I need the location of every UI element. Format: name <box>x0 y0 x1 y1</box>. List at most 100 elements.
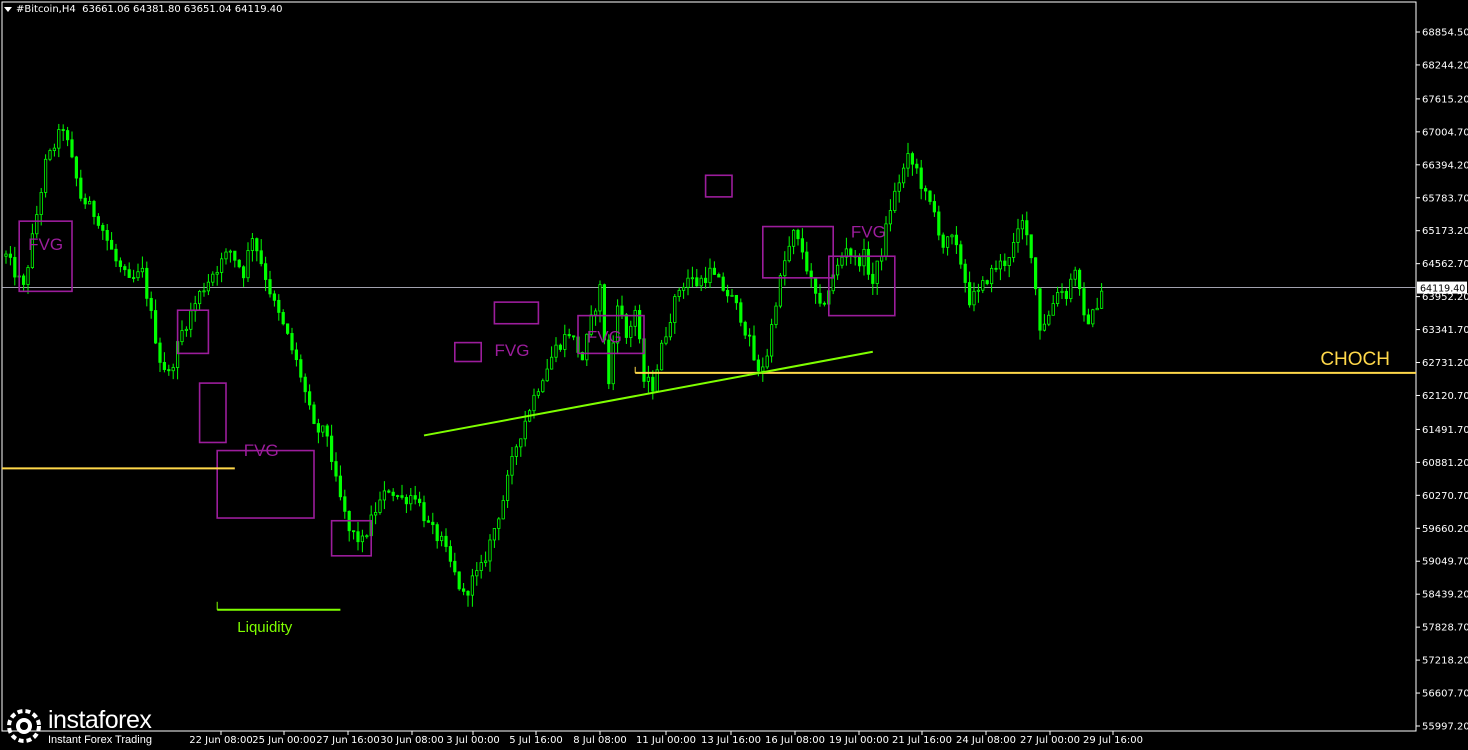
candle-body <box>924 188 928 192</box>
candle-body <box>563 334 567 350</box>
candle-body <box>505 474 510 501</box>
candle-body <box>44 158 48 193</box>
candle-body <box>822 302 827 305</box>
candle-body <box>250 238 254 251</box>
candle-body <box>61 129 65 131</box>
candle-body <box>180 330 184 343</box>
candle-body <box>950 234 954 238</box>
candle-body <box>321 425 325 433</box>
y-tick-label: 57828.70 <box>1422 623 1468 634</box>
candle-body <box>8 253 12 258</box>
candle-body <box>858 256 862 267</box>
fvg-label: FVG <box>851 222 886 241</box>
candle-body <box>356 531 360 543</box>
candle-body <box>739 302 743 323</box>
candle-body <box>695 277 699 287</box>
fvg-label: FVG <box>244 441 279 460</box>
candle-body <box>761 366 765 372</box>
candle-body <box>998 260 1003 270</box>
plot-frame <box>1 1 1417 732</box>
candle-body <box>1056 292 1060 304</box>
candle-body <box>48 150 52 160</box>
candle-body <box>365 535 369 538</box>
fvg-label: FVG <box>495 341 530 360</box>
candle-body <box>523 420 527 440</box>
candle-body <box>1051 303 1055 316</box>
x-tick-label: 21 Jul 16:00 <box>892 735 952 746</box>
candle-body <box>756 359 761 372</box>
candle-body <box>1060 290 1064 293</box>
candle-body <box>351 530 356 533</box>
candle-body <box>114 248 118 262</box>
candle-body <box>272 293 277 301</box>
candle-body <box>536 391 541 396</box>
candle-body <box>136 271 140 279</box>
candle-body <box>1029 234 1033 259</box>
candle-body <box>792 229 796 247</box>
candle-body <box>910 153 915 165</box>
candle-body <box>1042 323 1046 331</box>
candle-body <box>285 323 290 334</box>
candle-body <box>290 333 294 351</box>
y-tick-label: 59049.70 <box>1422 557 1468 568</box>
x-tick-label: 27 Jun 16:00 <box>316 735 380 746</box>
candle-body <box>483 560 488 563</box>
candle-body <box>259 250 263 265</box>
candle-body <box>787 245 791 262</box>
candle-body <box>140 267 144 273</box>
candle-body <box>638 310 642 340</box>
candle-body <box>554 344 558 358</box>
candle-body <box>752 335 756 361</box>
logo-tagline: Instant Forex Trading <box>48 734 152 746</box>
candle-body <box>1069 278 1073 299</box>
candle-body <box>915 163 919 169</box>
candle-body <box>519 438 523 448</box>
candle-body <box>959 244 963 265</box>
candle-body <box>624 314 629 338</box>
candle-body <box>699 277 703 287</box>
candle-body <box>448 546 453 562</box>
candle-body <box>127 269 131 278</box>
candle-body <box>189 310 193 330</box>
y-tick-label: 62731.20 <box>1422 358 1468 369</box>
candle-body <box>976 289 981 292</box>
candle-body <box>26 267 30 285</box>
dropdown-triangle-icon[interactable] <box>4 6 12 12</box>
candle-body <box>664 336 668 344</box>
fvg-label: FVG <box>587 328 622 347</box>
candle-body <box>92 201 96 217</box>
candle-body <box>224 251 228 260</box>
candle-body <box>708 267 712 284</box>
candle-body <box>118 260 122 267</box>
candle-body <box>1064 290 1068 299</box>
y-tick-label: 68854.50 <box>1422 28 1468 39</box>
candle-body <box>13 256 17 278</box>
candle-body <box>294 349 299 361</box>
fvg-label: FVG <box>28 235 63 254</box>
candle-body <box>299 359 303 378</box>
candle-body <box>131 277 136 279</box>
candle-body <box>35 214 39 235</box>
candle-body <box>413 495 417 500</box>
candle-body <box>690 277 695 280</box>
candle-body <box>39 192 43 215</box>
candle-body <box>206 281 210 292</box>
candle-body <box>1095 307 1099 311</box>
candle-body <box>902 167 906 184</box>
candle-body <box>1078 269 1082 290</box>
x-tick-label: 24 Jul 08:00 <box>956 735 1016 746</box>
candle-body <box>660 342 664 371</box>
candle-body <box>765 355 769 368</box>
candle-body <box>510 456 514 476</box>
y-tick-label: 57218.20 <box>1422 656 1468 667</box>
y-tick-label: 56607.70 <box>1422 689 1468 700</box>
candle-body <box>717 274 721 278</box>
fvg-box <box>216 449 315 519</box>
candle-body <box>334 461 338 477</box>
candle-body <box>1091 309 1095 325</box>
candle-body <box>1073 269 1077 280</box>
candle-body <box>550 356 554 370</box>
candle-body <box>594 310 598 316</box>
candle-body <box>338 475 343 498</box>
candle-body <box>673 296 677 323</box>
